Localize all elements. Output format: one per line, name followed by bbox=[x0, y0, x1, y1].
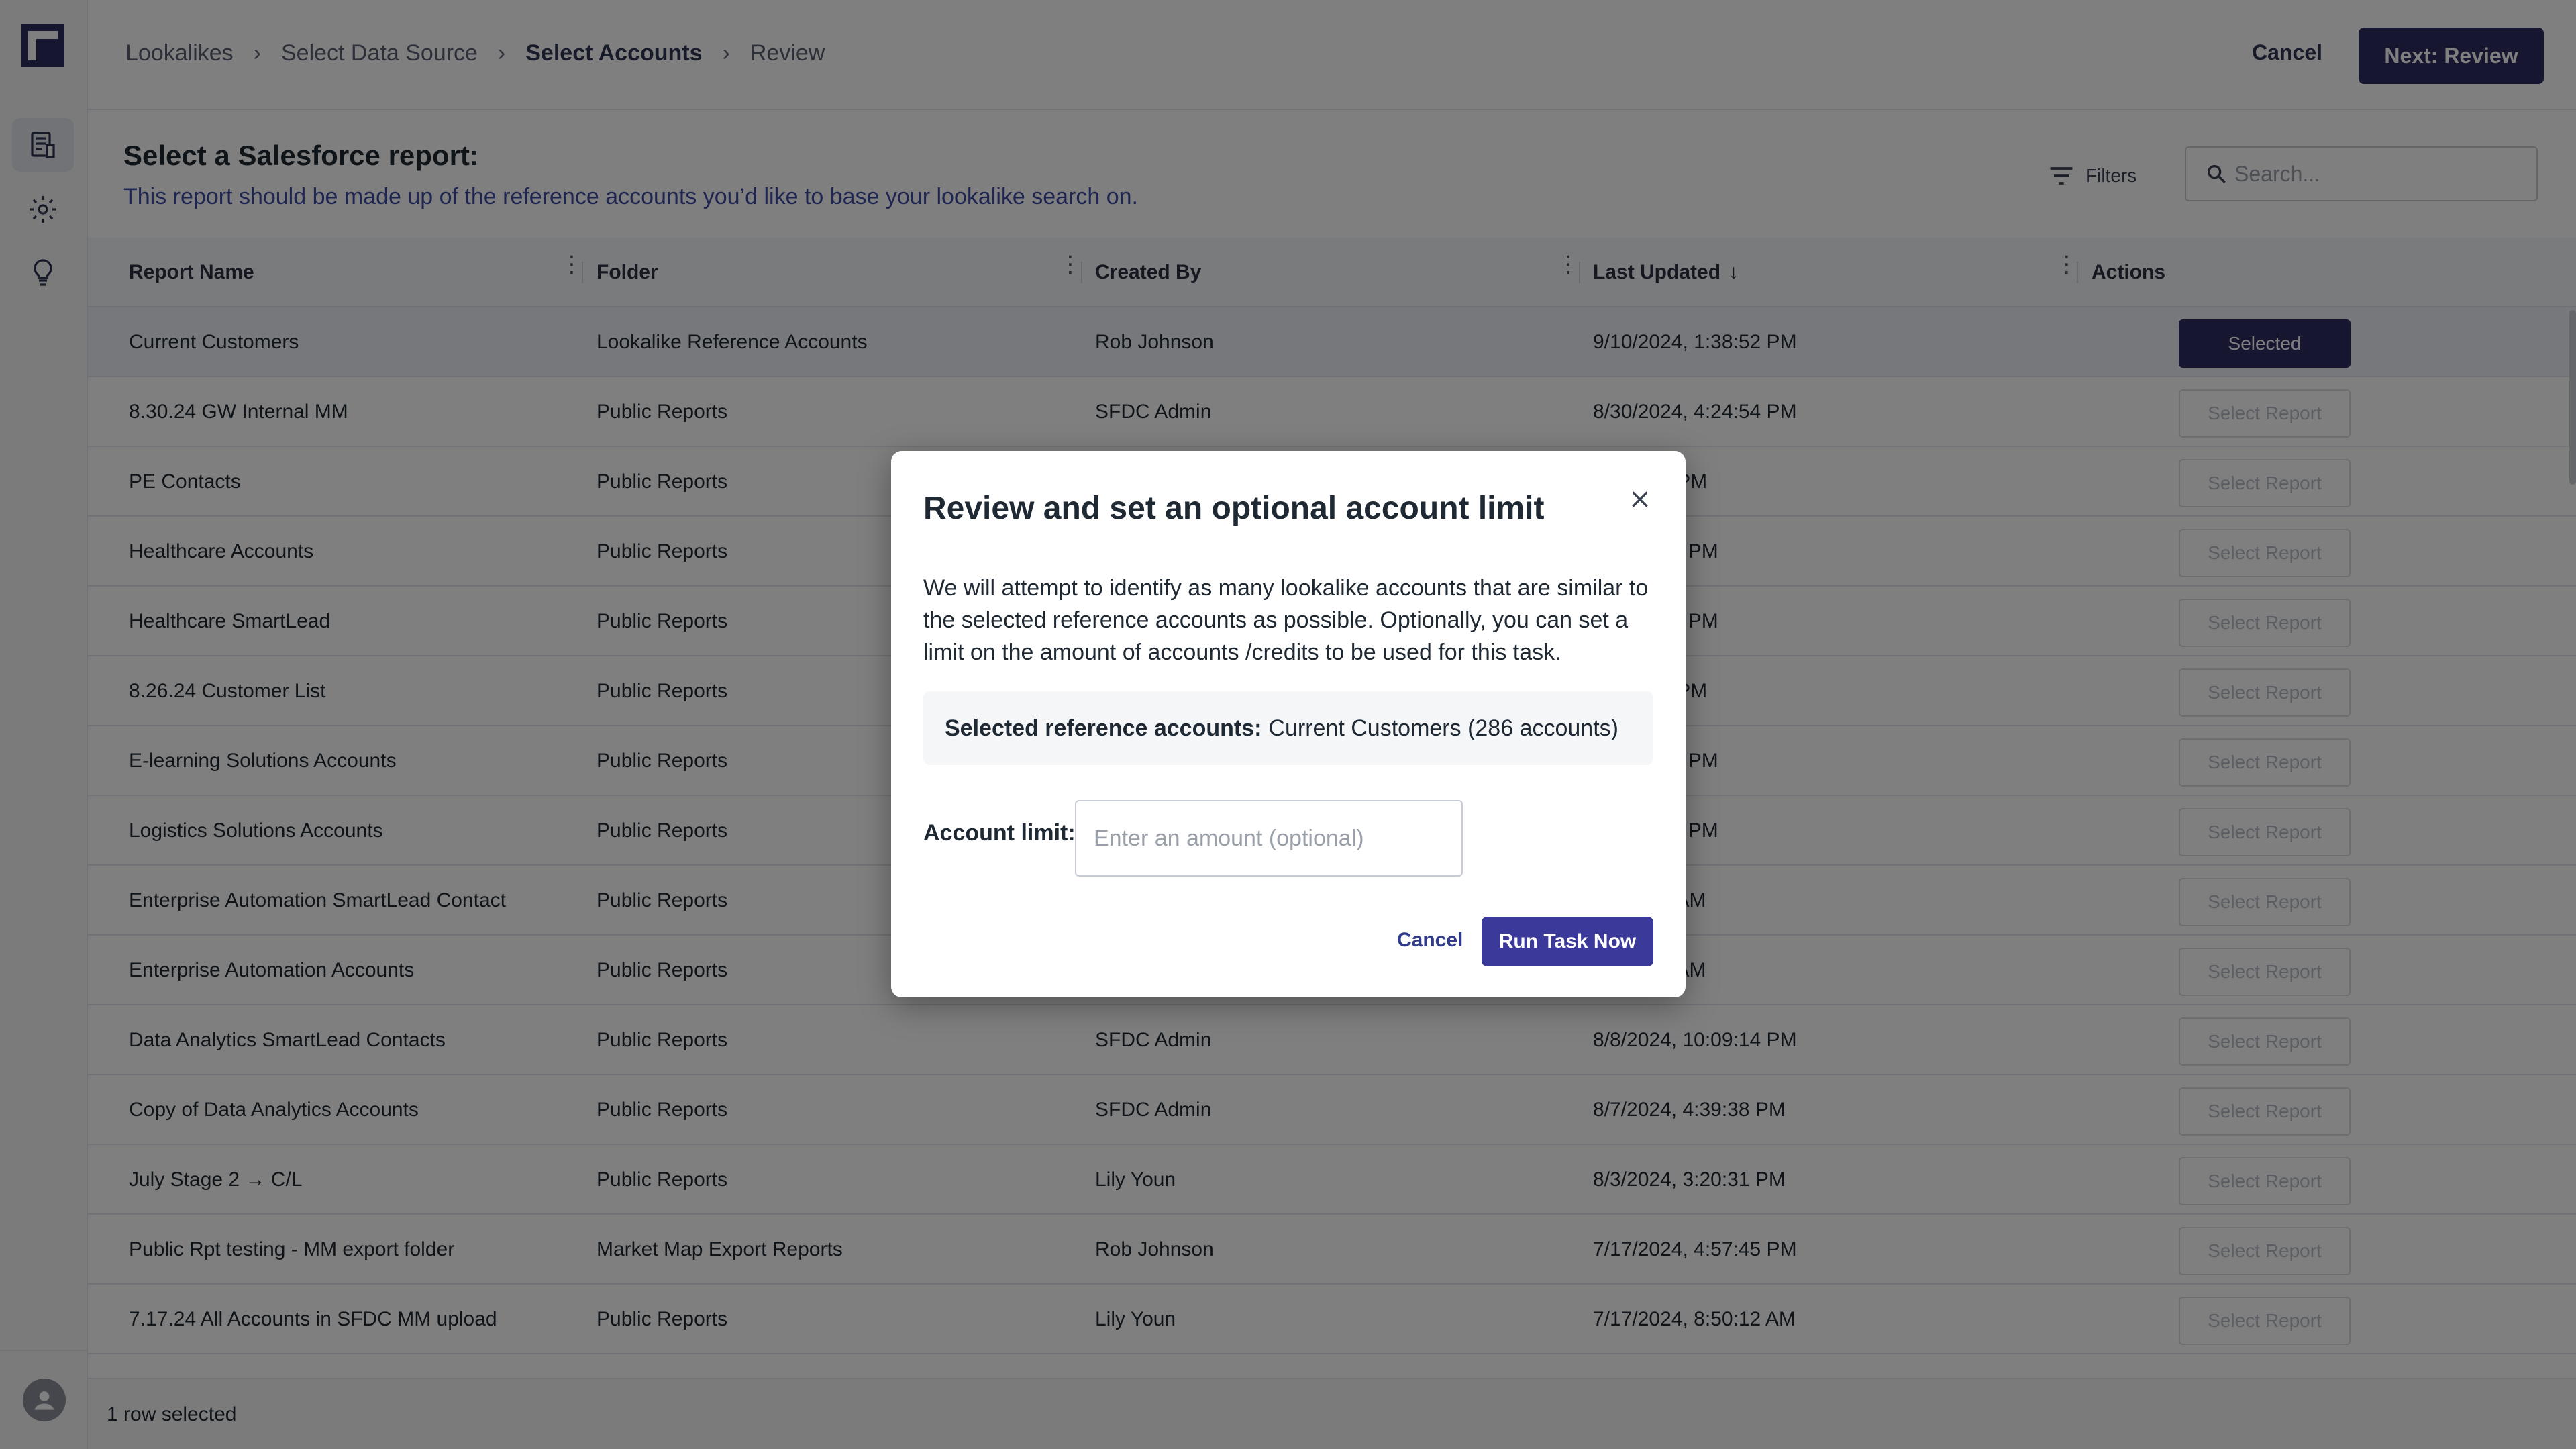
modal-title: Review and set an optional account limit bbox=[923, 491, 1545, 526]
close-icon[interactable] bbox=[1620, 479, 1660, 519]
modal-description: We will attempt to identify as many look… bbox=[923, 575, 1649, 665]
account-limit-input[interactable] bbox=[1075, 800, 1463, 877]
run-task-now-button[interactable]: Run Task Now bbox=[1482, 917, 1653, 966]
account-limit-modal: Review and set an optional account limit… bbox=[891, 451, 1686, 997]
ref-accounts-value: Current Customers (286 accounts) bbox=[1268, 715, 1618, 741]
account-limit-label: Account limit: bbox=[923, 820, 1076, 846]
selected-reference-accounts: Selected reference accounts: Current Cus… bbox=[923, 691, 1653, 765]
modal-cancel-button[interactable]: Cancel bbox=[1397, 929, 1463, 952]
ref-accounts-label: Selected reference accounts: bbox=[945, 715, 1262, 741]
